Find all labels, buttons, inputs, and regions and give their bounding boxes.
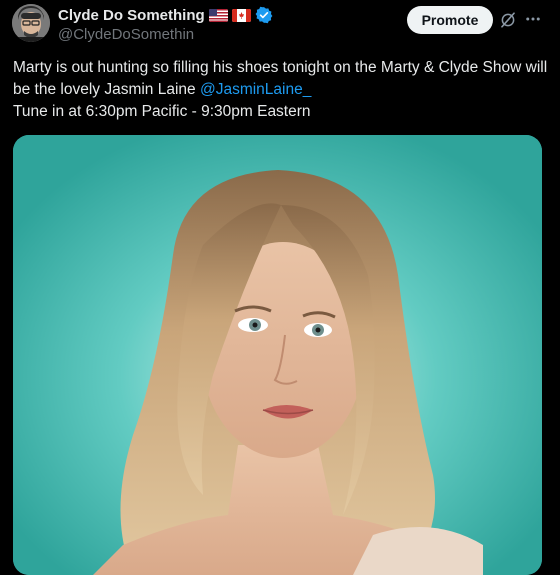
tweet-text: Marty is out hunting so filling his shoe… — [13, 57, 548, 123]
author-name-row[interactable]: Clyde Do Something — [58, 6, 273, 24]
us-flag-icon — [208, 8, 228, 22]
tweet-media-photo[interactable] — [13, 135, 542, 575]
tweet-text-schedule: Tune in at 6:30pm Pacific - 9:30pm Easte… — [13, 103, 311, 120]
portrait-image — [13, 135, 542, 575]
promote-button[interactable]: Promote — [407, 6, 493, 34]
more-icon[interactable] — [524, 10, 542, 28]
grok-icon[interactable] — [499, 11, 517, 29]
author-handle[interactable]: @ClydeDoSomethin — [58, 26, 194, 43]
avatar-image — [12, 4, 50, 42]
canada-flag-icon — [231, 8, 251, 22]
verified-badge-icon — [255, 6, 273, 24]
mention-link[interactable]: @JasminLaine_ — [200, 81, 311, 98]
author-avatar[interactable] — [12, 4, 50, 42]
author-display-name[interactable]: Clyde Do Something — [58, 7, 205, 24]
